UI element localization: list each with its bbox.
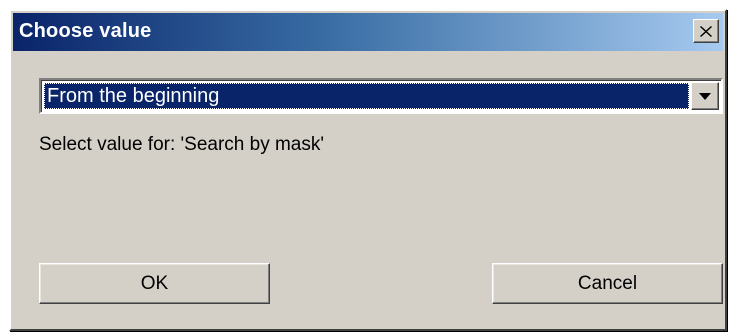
dialog-title: Choose value — [19, 20, 152, 42]
title-bar[interactable]: Choose value — [13, 13, 723, 51]
selected-value[interactable]: From the beginning — [44, 83, 689, 109]
close-icon — [700, 25, 712, 37]
cancel-button[interactable]: Cancel — [492, 263, 723, 304]
prompt-label: Select value for: 'Search by mask' — [39, 134, 324, 155]
close-button[interactable] — [693, 19, 719, 43]
dropdown-button[interactable] — [691, 82, 719, 110]
choose-value-dialog: Choose value From the beginning Select v… — [9, 9, 727, 331]
chevron-down-icon — [699, 92, 711, 100]
value-select[interactable]: From the beginning — [39, 78, 723, 114]
ok-button[interactable]: OK — [39, 263, 270, 304]
